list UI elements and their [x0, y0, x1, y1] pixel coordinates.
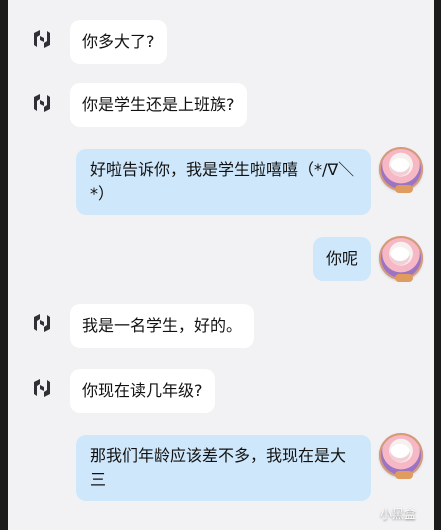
watermark: 小黑盒 — [379, 507, 416, 521]
bot-logo-icon — [34, 94, 50, 112]
user-message-bubble: 那我们年龄应该差不多，我现在是大三 — [76, 435, 371, 501]
bot-logo-icon — [34, 379, 50, 397]
bot-message-bubble: 你是学生还是上班族? — [70, 83, 247, 127]
user-avatar-icon — [379, 236, 423, 282]
avatar-badge — [395, 274, 413, 282]
bot-message-bubble: 你多大了? — [70, 20, 167, 64]
avatar-face — [390, 158, 410, 176]
user-message-bubble: 你呢 — [313, 237, 372, 281]
bot-logo-icon — [34, 30, 50, 48]
bot-message-bubble: 你现在读几年级? — [70, 369, 215, 413]
user-avatar-icon — [379, 147, 423, 193]
avatar-badge — [395, 471, 413, 479]
avatar-face — [390, 247, 410, 265]
bot-logo-icon — [34, 314, 50, 332]
avatar-face — [390, 444, 410, 462]
user-message-bubble: 好啦告诉你，我是学生啦嘻嘻（*/∇＼*） — [76, 149, 371, 215]
chat-screen: 你多大了? 你是学生还是上班族? 好啦告诉你，我是学生啦嘻嘻（*/∇＼*） 你呢 — [8, 0, 434, 530]
bot-message-bubble: 我是一名学生，好的。 — [70, 304, 255, 348]
user-avatar-icon — [379, 433, 423, 479]
avatar-badge — [395, 185, 413, 193]
